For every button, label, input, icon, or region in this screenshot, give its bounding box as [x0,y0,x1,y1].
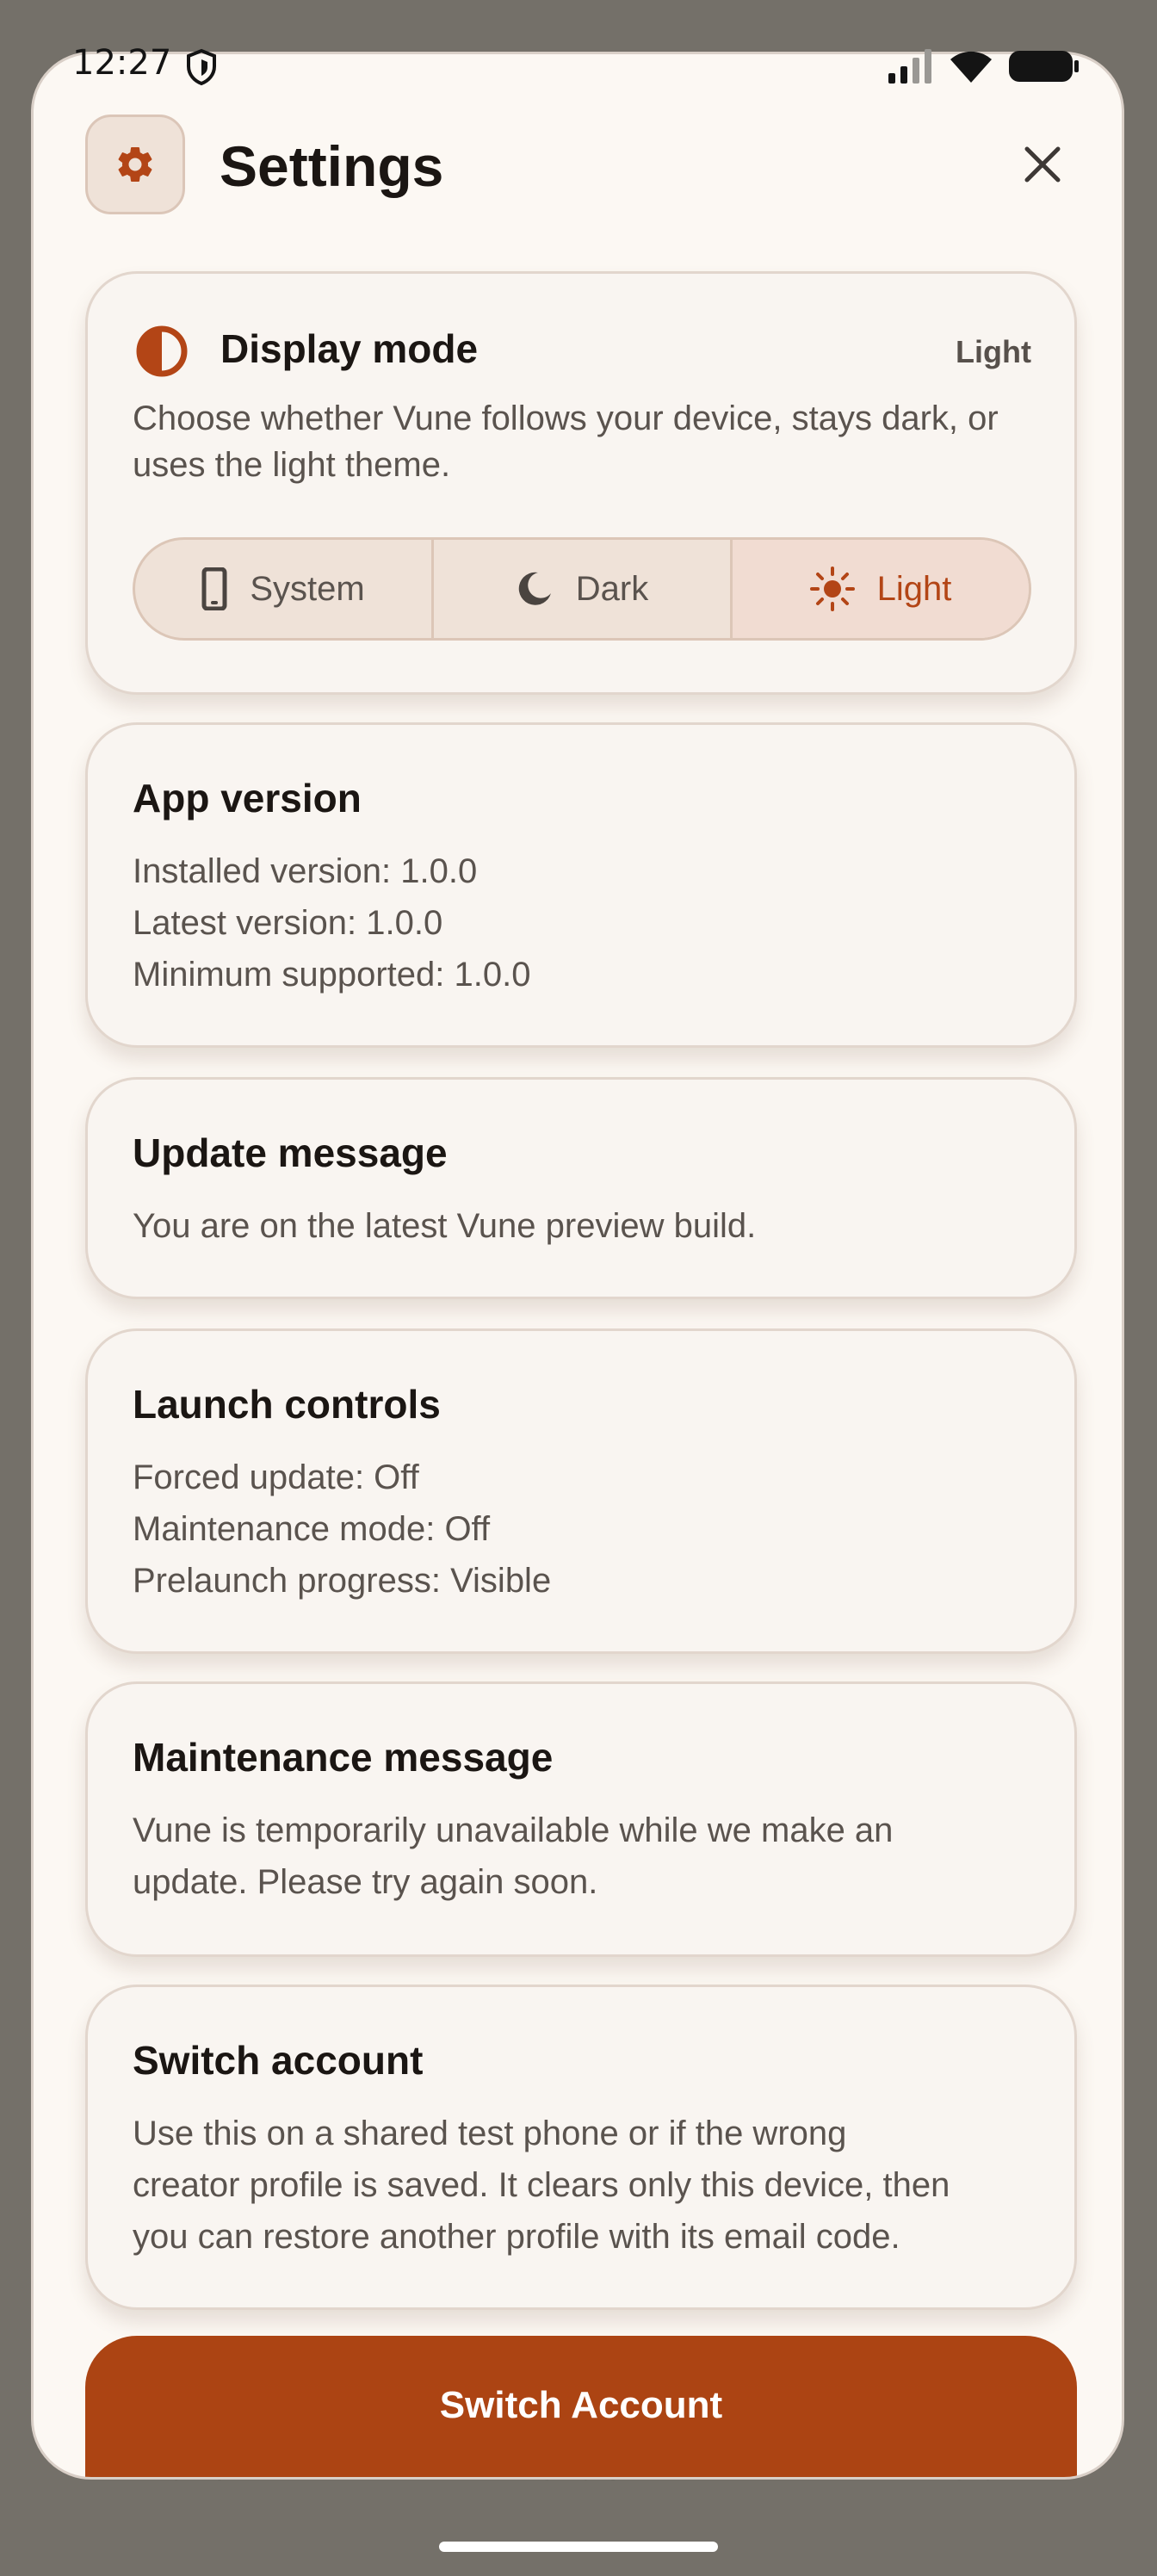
maintenance-message-text: Vune is temporarily unavailable while we… [133,1811,894,1849]
contrast-icon [136,325,188,377]
battery-icon [1009,51,1079,82]
option-label: System [250,569,365,608]
card-title: Update message [133,1130,448,1175]
option-label: Dark [575,569,649,608]
wifi-icon [950,51,992,83]
moon-icon [518,572,551,605]
phone-icon [201,567,227,610]
status-indicators [888,48,1080,84]
display-mode-option-system[interactable]: System [135,540,431,638]
switch-account-text: Use this on a shared test phone or if th… [133,2115,847,2152]
installed-version: Installed version: 1.0.0 [133,852,478,890]
signal-icon [888,49,931,84]
switch-account-text: creator profile is saved. It clears only… [133,2166,950,2204]
display-mode-option-light[interactable]: Light [730,540,1029,638]
sun-icon [809,567,855,611]
card-title: Maintenance message [133,1735,554,1780]
display-mode-selector: System Dark Light [133,537,1031,641]
switch-account-text: you can restore another profile with its… [133,2218,900,2256]
close-icon [1024,146,1061,183]
launch-controls-card: Launch controls Forced update: Off Maint… [85,1328,1077,1654]
switch-account-card: Switch account Use this on a shared test… [85,1985,1077,2310]
update-message-text: You are on the latest Vune preview build… [133,1207,757,1245]
latest-version: Latest version: 1.0.0 [133,904,443,942]
card-description: uses the light theme. [133,446,451,484]
status-time: 12:27 [72,43,172,83]
status-bar: 12:27 [0,0,1157,129]
switch-account-button-label: Switch Account [439,2384,723,2426]
home-indicator[interactable] [439,2542,718,2552]
card-title: App version [133,776,362,820]
forced-update-status: Forced update: Off [133,1458,419,1496]
maintenance-mode-status: Maintenance mode: Off [133,1510,491,1548]
shield-icon [187,48,216,86]
settings-icon-badge [85,115,185,214]
switch-account-button[interactable]: Switch Account [85,2336,1077,2477]
minimum-supported-version: Minimum supported: 1.0.0 [133,956,531,994]
maintenance-message-card: Maintenance message Vune is temporarily … [85,1681,1077,1957]
maintenance-message-text: update. Please try again soon. [133,1863,598,1901]
display-mode-option-dark[interactable]: Dark [431,540,730,638]
settings-sheet: Settings Display mode Light Choose wheth… [31,52,1124,2480]
app-version-card: App version Installed version: 1.0.0 Lat… [85,722,1077,1048]
card-title: Launch controls [133,1382,441,1427]
close-button[interactable] [1010,132,1075,197]
display-mode-card: Display mode Light Choose whether Vune f… [85,271,1077,695]
card-title: Switch account [133,2038,424,2083]
card-description: Choose whether Vune follows your device,… [133,399,999,437]
sheet-header: Settings [85,115,1075,218]
update-message-card: Update message You are on the latest Vun… [85,1077,1077,1299]
card-title: Display mode [220,326,479,371]
gear-icon [118,147,152,182]
page-title: Settings [220,134,444,198]
display-mode-value: Light [956,334,1031,369]
prelaunch-progress-status: Prelaunch progress: Visible [133,1562,552,1600]
option-label: Light [876,569,952,608]
